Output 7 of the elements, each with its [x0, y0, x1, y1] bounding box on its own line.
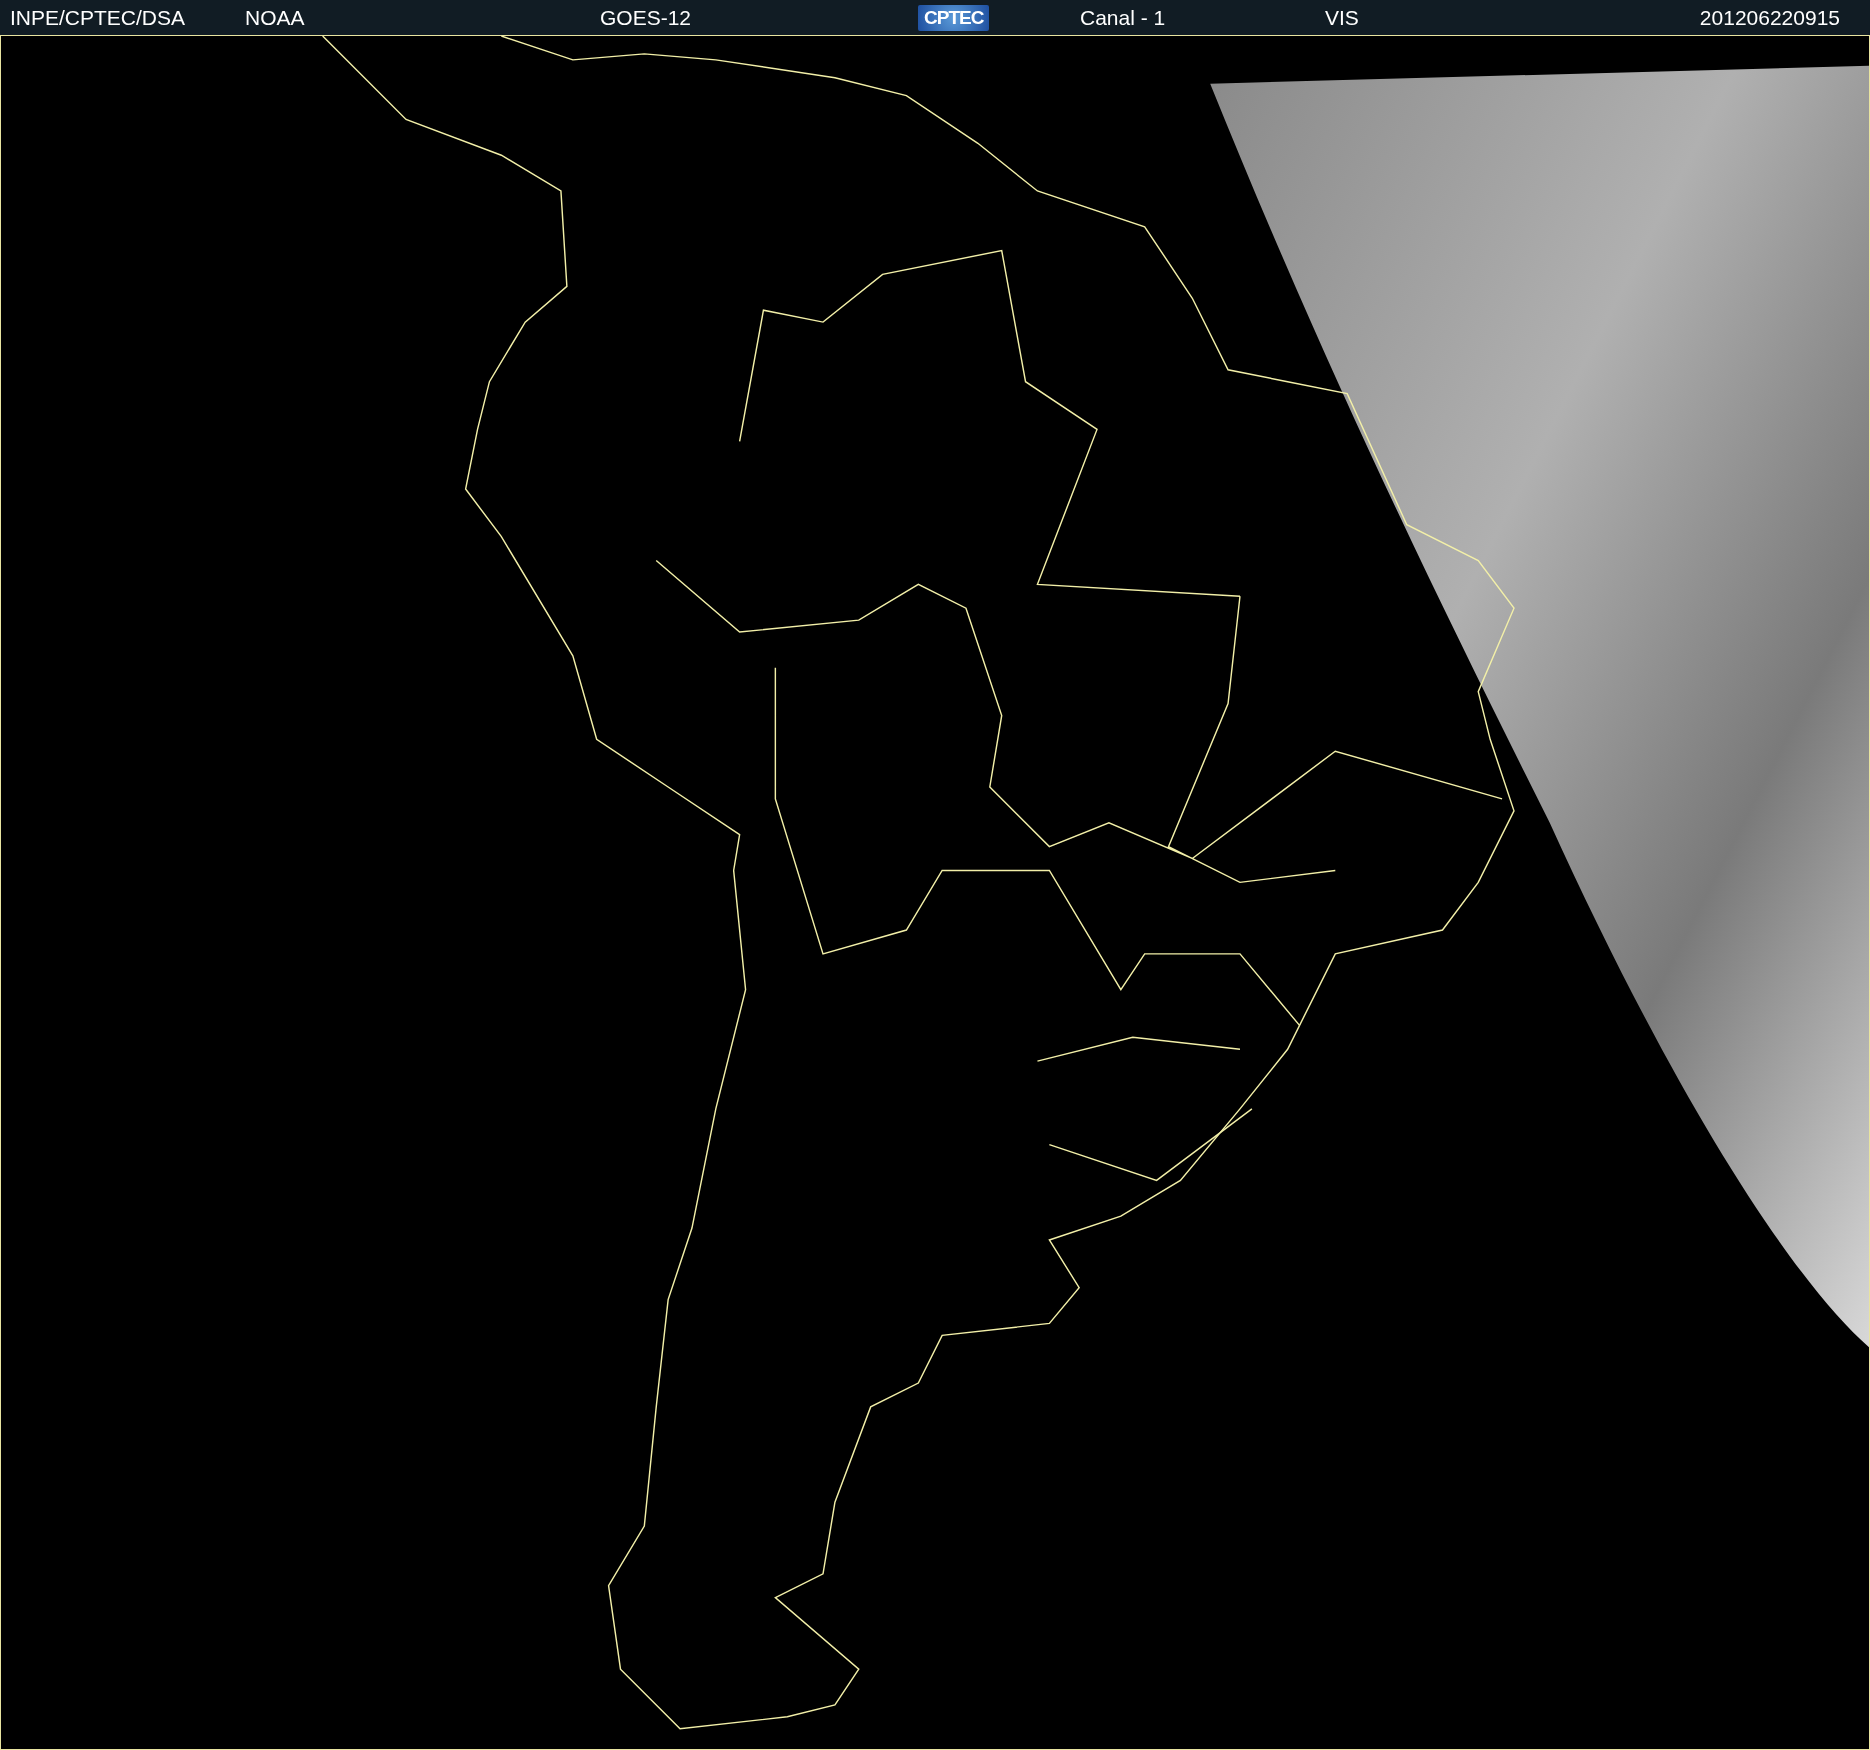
header-label: NOAA: [245, 5, 306, 30]
header-label: 201206220915: [1699, 5, 1840, 30]
header-label: VIS: [1325, 5, 1360, 30]
header-label: GOES-12: [600, 5, 693, 30]
header-label: Canal - 1: [1080, 5, 1167, 30]
header-label: INPE/CPTEC/DSA: [10, 5, 187, 30]
logo-badge: CPTEC: [918, 4, 990, 31]
